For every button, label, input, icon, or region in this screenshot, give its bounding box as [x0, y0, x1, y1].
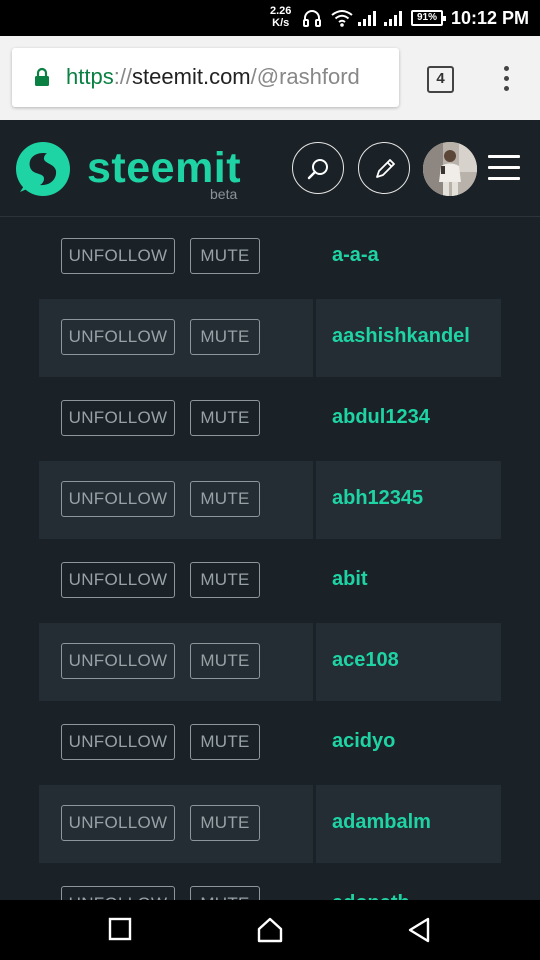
following-list: UNFOLLOW MUTE a-a-a UNFOLLOW MUTE aashishkand… — [0, 217, 540, 900]
battery-indicator: 91% — [411, 10, 446, 26]
url-host: steemit.com — [132, 64, 251, 89]
recent-apps-icon[interactable] — [108, 917, 132, 941]
row-actions: UNFOLLOW MUTE — [39, 704, 313, 782]
hamburger-menu-icon[interactable] — [488, 155, 520, 181]
browser-menu-icon[interactable] — [499, 66, 513, 94]
username-link[interactable]: adambalm — [332, 811, 431, 834]
network-speed-value: 2.26 — [270, 5, 292, 17]
url-path: /@rashford — [250, 64, 360, 89]
mute-button[interactable]: MUTE — [190, 238, 260, 274]
signal-sim2-icon — [384, 11, 402, 26]
unfollow-button[interactable]: UNFOLLOW — [61, 643, 175, 679]
username-cell: a-a-a — [316, 218, 501, 296]
unfollow-button[interactable]: UNFOLLOW — [61, 481, 175, 517]
url-scheme: https — [66, 64, 114, 89]
mute-button[interactable]: MUTE — [190, 400, 260, 436]
row-actions: UNFOLLOW MUTE — [39, 785, 313, 863]
unfollow-button[interactable]: UNFOLLOW — [61, 805, 175, 841]
signal-sim1-icon — [358, 11, 376, 26]
back-icon[interactable] — [406, 917, 432, 943]
unfollow-button[interactable]: UNFOLLOW — [61, 562, 175, 598]
tab-switcher-button[interactable]: 4 — [427, 66, 454, 93]
unfollow-button[interactable]: UNFOLLOW — [61, 400, 175, 436]
avatar-photo — [423, 142, 477, 196]
home-icon[interactable] — [256, 917, 284, 943]
username-link[interactable]: abit — [332, 568, 368, 591]
clock: 10:12 PM — [451, 8, 530, 28]
search-button[interactable] — [292, 142, 344, 194]
mute-button[interactable]: MUTE — [190, 481, 260, 517]
list-item: UNFOLLOW MUTE abdul1234 — [39, 380, 501, 458]
row-actions: UNFOLLOW MUTE — [39, 380, 313, 458]
lock-icon — [35, 67, 49, 86]
list-item: UNFOLLOW MUTE aashishkandel — [39, 299, 501, 377]
row-actions: UNFOLLOW MUTE — [39, 299, 313, 377]
user-avatar[interactable] — [423, 142, 477, 196]
url-text: https://steemit.com/@rashford — [66, 64, 360, 90]
steemit-logo-icon[interactable] — [14, 140, 72, 198]
username-link[interactable]: adonath — [332, 892, 410, 900]
system-nav-bar — [0, 900, 540, 960]
list-item: UNFOLLOW MUTE adambalm — [39, 785, 501, 863]
mute-button[interactable]: MUTE — [190, 724, 260, 760]
network-speed: 2.26 K/s — [270, 5, 291, 29]
search-icon — [307, 159, 328, 180]
row-actions: UNFOLLOW MUTE — [39, 542, 313, 620]
app-header: steemit beta — [0, 120, 540, 217]
headphones-icon — [303, 10, 321, 27]
list-item: UNFOLLOW MUTE ace108 — [39, 623, 501, 701]
list-item: UNFOLLOW MUTE a-a-a — [39, 218, 501, 296]
beta-label: beta — [210, 186, 238, 202]
mute-button[interactable]: MUTE — [190, 886, 260, 900]
username-cell: acidyo — [316, 704, 501, 782]
unfollow-button[interactable]: UNFOLLOW — [61, 724, 175, 760]
username-cell: aashishkandel — [316, 299, 501, 377]
compose-post-button[interactable] — [358, 142, 410, 194]
wifi-icon — [331, 10, 353, 27]
network-speed-unit: K/s — [272, 17, 290, 29]
mute-button[interactable]: MUTE — [190, 805, 260, 841]
address-bar[interactable]: https://steemit.com/@rashford — [12, 48, 399, 107]
username-link[interactable]: abh12345 — [332, 487, 423, 510]
username-link[interactable]: acidyo — [332, 730, 395, 753]
username-link[interactable]: aashishkandel — [332, 325, 470, 348]
row-actions: UNFOLLOW MUTE — [39, 218, 313, 296]
screen: 2.26 K/s 91% 10:12 PM https://steemit.co… — [0, 0, 540, 960]
mute-button[interactable]: MUTE — [190, 319, 260, 355]
pencil-icon — [376, 159, 395, 178]
list-item: UNFOLLOW MUTE abh12345 — [39, 461, 501, 539]
url-separator: :// — [113, 64, 133, 89]
list-item: UNFOLLOW MUTE acidyo — [39, 704, 501, 782]
username-cell: abh12345 — [316, 461, 501, 539]
mute-button[interactable]: MUTE — [190, 643, 260, 679]
username-cell: abit — [316, 542, 501, 620]
username-cell: adonath — [316, 866, 501, 900]
username-link[interactable]: abdul1234 — [332, 406, 430, 429]
status-bar: 2.26 K/s 91% 10:12 PM — [0, 0, 540, 36]
username-cell: adambalm — [316, 785, 501, 863]
list-item: UNFOLLOW MUTE abit — [39, 542, 501, 620]
username-link[interactable]: ace108 — [332, 649, 399, 672]
row-actions: UNFOLLOW MUTE — [39, 623, 313, 701]
browser-toolbar: https://steemit.com/@rashford 4 — [0, 36, 540, 120]
unfollow-button[interactable]: UNFOLLOW — [61, 886, 175, 900]
username-cell: abdul1234 — [316, 380, 501, 458]
username-cell: ace108 — [316, 623, 501, 701]
list-item: UNFOLLOW MUTE adonath — [39, 866, 501, 900]
unfollow-button[interactable]: UNFOLLOW — [61, 238, 175, 274]
username-link[interactable]: a-a-a — [332, 244, 379, 267]
row-actions: UNFOLLOW MUTE — [39, 866, 313, 900]
unfollow-button[interactable]: UNFOLLOW — [61, 319, 175, 355]
row-actions: UNFOLLOW MUTE — [39, 461, 313, 539]
mute-button[interactable]: MUTE — [190, 562, 260, 598]
